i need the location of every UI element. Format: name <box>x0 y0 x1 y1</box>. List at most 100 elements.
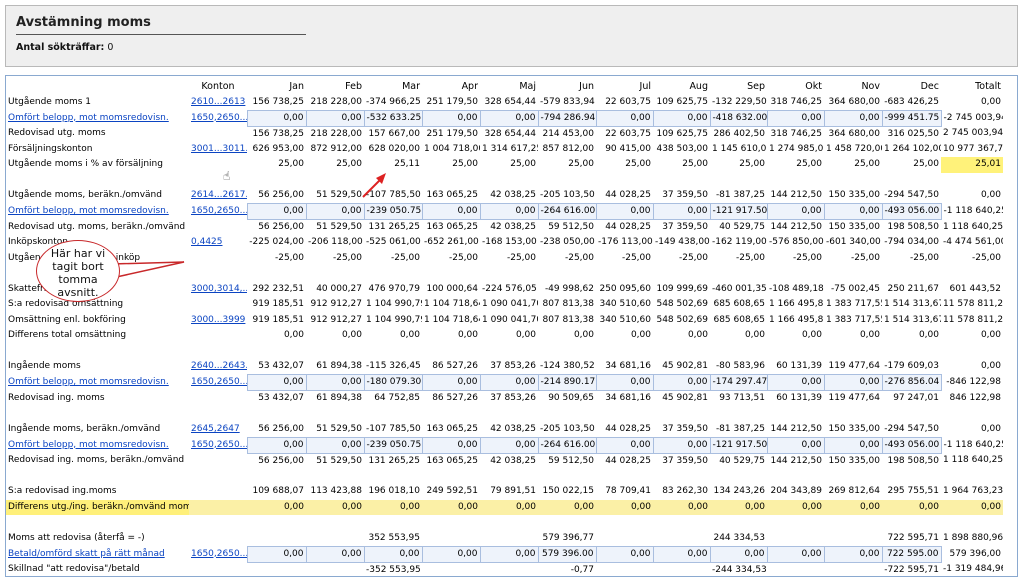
account-link[interactable]: 3001...3011... <box>189 142 247 158</box>
column-header-month[interactable]: Aug <box>653 79 710 95</box>
account-link[interactable]: 3000...3999 <box>189 313 247 329</box>
value-cell[interactable]: 0,00 <box>246 436 307 454</box>
value-cell[interactable]: -121 917.50 <box>709 436 768 454</box>
value-cell[interactable]: -239 050.75 <box>363 436 423 454</box>
value-cell[interactable]: -174 297.47 <box>709 374 768 391</box>
column-header-month[interactable]: Apr <box>422 79 480 95</box>
value-cell[interactable]: -999 451.75 <box>881 109 942 127</box>
value-cell[interactable]: 0,00 <box>479 374 539 391</box>
account-link[interactable]: 0,4425 <box>189 235 247 251</box>
account-link[interactable]: 2640...2643... <box>189 359 247 375</box>
value-cell[interactable]: -493 056.00 <box>881 436 942 454</box>
value-cell[interactable]: 0,00 <box>766 545 825 563</box>
column-header-label[interactable] <box>6 79 189 95</box>
value-cell[interactable]: -418 632.00 <box>709 109 768 127</box>
value-cell[interactable]: 0,00 <box>305 203 365 220</box>
row-label[interactable]: Omfört belopp, mot momsredovisn. <box>6 375 189 391</box>
row-label[interactable]: Betald/omförd skatt på rätt månad <box>6 546 189 562</box>
account-link[interactable]: 2610...2613 <box>189 95 247 111</box>
value-cell[interactable]: 0,00 <box>652 436 711 454</box>
value-cell[interactable]: 0,00 <box>479 545 539 563</box>
account-link[interactable]: 1650,2650.... <box>189 375 247 391</box>
value-cell[interactable]: -532 633.25 <box>363 109 423 127</box>
value-cell[interactable]: 0,00 <box>305 436 365 454</box>
account-link[interactable]: 1650,2650.... <box>189 204 247 220</box>
value-cell[interactable]: 0,00 <box>595 374 654 391</box>
value-cell[interactable]: 0,00 <box>595 109 654 127</box>
value-cell[interactable]: 0,00 <box>823 436 883 454</box>
column-header-month[interactable]: Feb <box>306 79 364 95</box>
value-cell[interactable]: 0,00 <box>823 109 883 127</box>
value-cell[interactable]: 0,00 <box>305 545 365 563</box>
value-cell[interactable]: 0,00 <box>652 374 711 391</box>
value-cell[interactable]: 0,00 <box>709 545 768 563</box>
value-cell[interactable]: 0,00 <box>421 374 481 391</box>
value-cell: 113 423,88 <box>310 486 362 497</box>
value-cell[interactable]: 0,00 <box>479 203 539 220</box>
account-link[interactable]: 1650,2650.... <box>189 437 247 453</box>
value-cell[interactable]: 0,00 <box>246 545 307 563</box>
column-header-month[interactable]: Okt <box>767 79 824 95</box>
account-link[interactable]: 1650,2650.... <box>189 110 247 126</box>
value-cell: -132 229,50 <box>712 96 767 107</box>
value-cell[interactable]: 0,00 <box>421 109 481 127</box>
column-header-month[interactable]: Jul <box>596 79 653 95</box>
column-header-month[interactable]: Jun <box>538 79 596 95</box>
column-header-month[interactable]: Sep <box>710 79 767 95</box>
value-cell <box>247 562 306 576</box>
account-link[interactable]: 2614...2617... <box>189 188 247 204</box>
row-label[interactable]: Omfört belopp, mot momsredovisn. <box>6 204 189 220</box>
value-cell[interactable]: 0,00 <box>595 203 654 220</box>
value-cell[interactable]: 0,00 <box>421 436 481 454</box>
value-cell[interactable]: 0,00 <box>479 436 539 454</box>
value-cell[interactable]: 0,00 <box>823 203 883 220</box>
value-cell[interactable]: 579 396.00 <box>537 545 597 563</box>
account-link[interactable]: 2645,2647 <box>189 422 247 438</box>
column-header-month[interactable]: Dec <box>882 79 941 95</box>
value-cell[interactable]: 0,00 <box>595 436 654 454</box>
column-header-month[interactable]: Totalt <box>941 79 1003 95</box>
value-cell[interactable]: 0,00 <box>823 374 883 391</box>
value-cell[interactable]: -264 616.00 <box>537 436 597 454</box>
value-cell[interactable]: 0,00 <box>766 203 825 220</box>
value-cell[interactable]: 722 595.00 <box>881 545 942 563</box>
value-cell[interactable]: 0,00 <box>479 109 539 127</box>
value-cell[interactable]: 0,00 <box>652 203 711 220</box>
value-cell[interactable]: 0,00 <box>652 109 711 127</box>
value-cell[interactable]: -794 286.94 <box>537 109 597 127</box>
value-cell[interactable]: -276 856.04 <box>881 374 942 391</box>
value-cell[interactable]: 0,00 <box>766 109 825 127</box>
account-link[interactable]: 3000,3014,... <box>189 282 247 298</box>
column-header-month[interactable]: Mar <box>364 79 422 95</box>
value-cell[interactable]: -239 050.75 <box>363 203 423 220</box>
column-header-month[interactable]: Jan <box>247 79 306 95</box>
value-cell[interactable]: 0,00 <box>652 545 711 563</box>
value-cell[interactable]: 0,00 <box>246 109 307 127</box>
value-cell[interactable]: 0,00 <box>305 109 365 127</box>
value-cell[interactable]: 0,00 <box>823 545 883 563</box>
value-cell[interactable]: -493 056.00 <box>881 203 942 220</box>
column-header-konton[interactable]: Konton <box>189 79 247 95</box>
row-label[interactable]: Omfört belopp, mot momsredovisn. <box>6 110 189 126</box>
account-link[interactable]: 1650,2650.... <box>189 546 247 562</box>
value-cell[interactable]: -264 616.00 <box>537 203 597 220</box>
column-header-month[interactable]: Maj <box>480 79 538 95</box>
value-cell[interactable]: -121 917.50 <box>709 203 768 220</box>
value-cell[interactable]: -180 079.30 <box>363 374 423 391</box>
value-cell <box>480 531 538 547</box>
value-cell[interactable]: 0,00 <box>246 374 307 391</box>
column-header-month[interactable]: Nov <box>824 79 882 95</box>
value-cell[interactable]: 0,00 <box>766 374 825 391</box>
value-cell: 22 603,75 <box>605 128 651 139</box>
value-cell[interactable]: 0,00 <box>305 374 365 391</box>
value-cell[interactable]: 0,00 <box>246 203 307 220</box>
value-cell[interactable]: 0,00 <box>766 436 825 454</box>
row-label[interactable]: Omfört belopp, mot momsredovisn. <box>6 437 189 453</box>
value-cell[interactable]: -214 890.17 <box>537 374 597 391</box>
value-cell[interactable]: 0,00 <box>595 545 654 563</box>
value-cell[interactable]: 0,00 <box>421 203 481 220</box>
value-cell[interactable]: 0,00 <box>421 545 481 563</box>
row-label: S:a redovisad omsättning <box>8 299 124 310</box>
value-cell[interactable]: 0,00 <box>363 545 423 563</box>
value-cell: 0,00 <box>306 499 364 515</box>
